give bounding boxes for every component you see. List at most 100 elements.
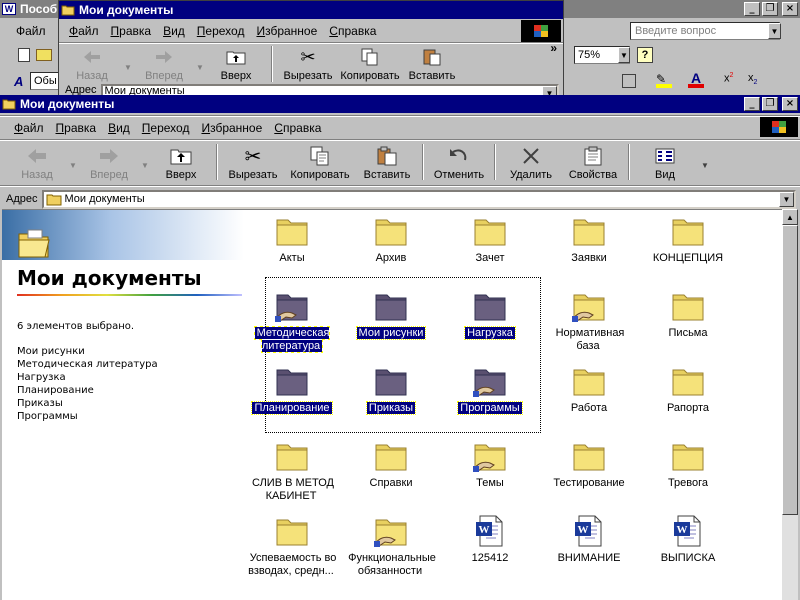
menu-view[interactable]: Вид [102, 121, 136, 135]
folder-item[interactable]: Приказы [343, 364, 439, 434]
menu-file[interactable]: Файл [8, 121, 50, 135]
bg-word-minimize-button[interactable]: _ [744, 2, 760, 16]
folder-item[interactable]: Мои рисунки [343, 289, 439, 359]
item-label: ВНИМАНИЕ [557, 552, 621, 564]
bg-word-title: Пособ [20, 2, 58, 16]
bg-word-style-icon[interactable]: A [14, 74, 23, 89]
bg-menu-help[interactable]: Справка [323, 24, 382, 38]
back-button[interactable]: Назад [6, 143, 68, 183]
folder-item[interactable]: Письма [640, 289, 736, 359]
address-dropdown[interactable]: ▼ [779, 191, 794, 207]
forward-dropdown[interactable]: ▼ [140, 161, 150, 170]
back-dropdown[interactable]: ▼ [68, 161, 78, 170]
bg-menu-file[interactable]: Файл [63, 24, 105, 38]
bg-word-style-value: Обы [34, 75, 57, 87]
bg-word-style-box[interactable]: Обы [30, 72, 60, 90]
bg-word-open-icon[interactable] [36, 49, 52, 61]
folder-item[interactable]: КОНЦЕПЦИЯ [640, 214, 736, 284]
svg-text:W: W [677, 524, 688, 536]
bg-forward-button[interactable]: Вперед [133, 44, 195, 84]
menu-help[interactable]: Справка [268, 121, 327, 135]
bg-word-zoom-dropdown[interactable]: ▼ [618, 47, 630, 63]
folder-item[interactable]: Работа [541, 364, 637, 434]
list-item: Методическая литература [17, 359, 158, 370]
folder-item[interactable]: Тревога [640, 439, 736, 509]
shared-folder-icon [472, 364, 508, 398]
bg-word-superscript-icon[interactable]: x2 [724, 72, 733, 85]
paste-button[interactable]: Вставить [356, 143, 418, 183]
shared-folder-icon [373, 514, 409, 548]
word-document-item[interactable]: W ВЫПИСКА [640, 514, 736, 584]
bg-explorer-menubar: Файл Правка Вид Переход Избранное Справк… [59, 20, 563, 42]
bg-explorer-titlebar: Мои документы [59, 1, 563, 19]
bg-word-help-icon[interactable]: ? [637, 47, 653, 63]
bg-cut-button[interactable]: ✂ Вырезать [277, 44, 339, 84]
folder-item[interactable]: Рапорта [640, 364, 736, 434]
copy-button[interactable]: Копировать [284, 143, 356, 183]
folder-item[interactable]: Программы [442, 364, 538, 434]
word-document-item[interactable]: W ВНИМАНИЕ [541, 514, 637, 584]
undo-button[interactable]: Отменить [428, 143, 490, 183]
folder-item[interactable]: Планирование [244, 364, 340, 434]
scroll-thumb[interactable] [782, 225, 798, 515]
cut-button[interactable]: ✂ Вырезать [222, 143, 284, 183]
folder-item[interactable]: Зачет [442, 214, 538, 284]
folder-item[interactable]: Тестирование [541, 439, 637, 509]
bg-word-border-icon[interactable] [622, 74, 636, 88]
close-button[interactable]: × [782, 97, 798, 111]
bg-word-new-icon[interactable] [18, 48, 30, 62]
properties-button[interactable]: Свойства [562, 143, 624, 183]
menu-edit[interactable]: Правка [50, 121, 103, 135]
folder-item[interactable]: Заявки [541, 214, 637, 284]
folder-item[interactable]: Нормативная база [541, 289, 637, 359]
bg-word-highlight-icon[interactable]: ✎ [656, 72, 672, 88]
minimize-button[interactable]: _ [744, 97, 760, 111]
folder-icon [670, 439, 706, 473]
bg-word-fontcolor-icon[interactable]: A [688, 70, 704, 88]
bg-back-button[interactable]: Назад [61, 44, 123, 84]
scroll-up-button[interactable]: ▲ [782, 209, 798, 225]
bg-word-subscript-icon[interactable]: x2 [748, 72, 757, 86]
folder-item[interactable]: Акты [244, 214, 340, 284]
word-document-item[interactable]: W 125412 [442, 514, 538, 584]
folder-icon [571, 439, 607, 473]
bg-up-button[interactable]: Вверх [205, 44, 267, 84]
item-label: Письма [668, 327, 708, 339]
menu-go[interactable]: Переход [136, 121, 196, 135]
forward-button[interactable]: Вперед [78, 143, 140, 183]
views-button[interactable]: Вид [634, 143, 696, 183]
menu-favorites[interactable]: Избранное [195, 121, 268, 135]
item-label: Заявки [571, 252, 607, 264]
bg-toolbar-more[interactable]: » [550, 41, 557, 55]
bg-copy-button[interactable]: Копировать [339, 44, 401, 84]
address-box[interactable]: Мои документы ▼ [41, 189, 796, 209]
folder-item[interactable]: Функциональные обязанности [343, 514, 439, 584]
vertical-scrollbar[interactable]: ▲ [782, 209, 798, 600]
bg-word-menu-file[interactable]: Файл [16, 24, 46, 38]
bg-paste-button[interactable]: Вставить [401, 44, 463, 84]
delete-button[interactable]: Удалить [500, 143, 562, 183]
bg-menu-favorites[interactable]: Избранное [250, 24, 323, 38]
folder-item[interactable]: Успеваемость во взводах, средн... [244, 514, 340, 584]
maximize-button[interactable]: ❐ [762, 97, 778, 111]
views-dropdown[interactable]: ▼ [700, 161, 710, 170]
folder-item[interactable]: Архив [343, 214, 439, 284]
list-item: Приказы [17, 398, 63, 409]
bg-word-help-dropdown[interactable]: ▼ [768, 23, 781, 39]
folder-item[interactable]: Нагрузка [442, 289, 538, 359]
bg-windows-logo [521, 20, 561, 42]
bg-word-zoom-value: 75% [578, 49, 601, 61]
bg-word-close-button[interactable]: × [782, 2, 798, 16]
bg-word-help-box[interactable]: Введите вопрос [630, 22, 780, 40]
folder-item[interactable]: Методическая литература [244, 289, 340, 359]
folder-item[interactable]: СЛИВ В МЕТОД КАБИНЕТ [244, 439, 340, 509]
copy-icon [309, 146, 331, 166]
bg-menu-go[interactable]: Переход [191, 24, 251, 38]
bg-word-maximize-button[interactable]: ❐ [762, 2, 778, 16]
up-button[interactable]: Вверх [150, 143, 212, 183]
bg-menu-view[interactable]: Вид [157, 24, 191, 38]
folder-item[interactable]: Справки [343, 439, 439, 509]
folder-item[interactable]: Темы [442, 439, 538, 509]
item-label: КОНЦЕПЦИЯ [652, 252, 724, 264]
bg-menu-edit[interactable]: Правка [105, 24, 158, 38]
